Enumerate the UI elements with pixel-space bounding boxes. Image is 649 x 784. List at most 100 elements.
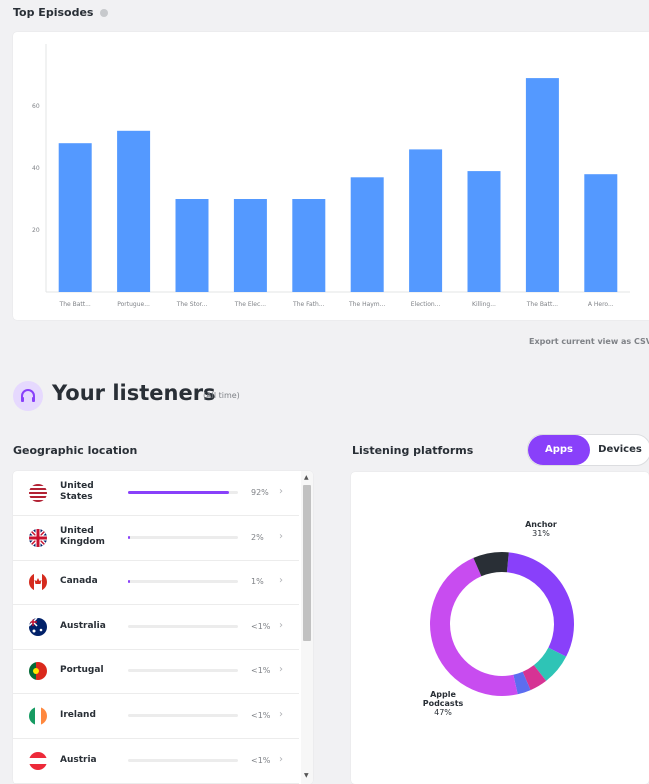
donut-label-anchor: Anchor 31% — [511, 520, 571, 538]
chevron-right-icon[interactable]: › — [279, 664, 283, 675]
geo-country-name: Portugal — [60, 665, 104, 676]
geo-share-pct: 2% — [251, 532, 264, 542]
geo-scrollbar[interactable]: ▲ ▼ — [301, 471, 313, 784]
geo-share-bar — [128, 535, 238, 539]
donut-label-apple-pct: 47% — [434, 708, 452, 717]
chevron-right-icon[interactable]: › — [279, 531, 283, 542]
geo-country-name: United States — [60, 481, 94, 503]
uk-flag-icon — [29, 528, 47, 547]
export-csv-link[interactable]: Export current view as CSV — [529, 337, 649, 346]
geo-share-pct: <1% — [251, 711, 271, 720]
donut-segment-4[interactable] — [430, 557, 518, 696]
bar[interactable] — [525, 78, 559, 292]
geo-share-bar — [128, 580, 238, 584]
y-tick-label: 20 — [32, 227, 40, 234]
x-tick-label: Portugue... — [117, 301, 150, 308]
bar[interactable] — [233, 199, 267, 292]
bar[interactable] — [58, 143, 92, 292]
bar[interactable] — [350, 177, 384, 292]
geo-row-ie[interactable]: Ireland <1% › — [13, 694, 299, 739]
x-tick-label: The Fath... — [292, 301, 325, 308]
y-tick-label: 40 — [32, 165, 40, 172]
geo-row-au[interactable]: Australia <1% › — [13, 605, 299, 650]
ca-flag-icon — [29, 573, 47, 592]
donut-label-anchor-pct: 31% — [532, 529, 550, 538]
top-episodes-title: Top Episodes — [13, 6, 109, 19]
donut-label-apple: Apple Podcasts 47% — [413, 690, 473, 717]
geo-country-name-line1: United — [60, 481, 94, 491]
geo-share-pct: 1% — [251, 577, 264, 587]
apps-toggle-button[interactable]: Apps — [528, 435, 590, 465]
scroll-down-icon[interactable]: ▼ — [304, 772, 309, 779]
geo-country-name: Australia — [60, 620, 106, 631]
donut-label-apple-line2: Podcasts — [422, 699, 464, 708]
at-flag-icon — [29, 751, 47, 770]
geo-list: United States 92% › United Kingdom 2% › Canada 1%… — [13, 471, 299, 784]
ie-flag-icon — [29, 707, 47, 725]
platforms-card: Anchor 31% Apple Podcasts 47% — [351, 472, 649, 784]
bar[interactable] — [584, 174, 618, 292]
x-tick-label: The Haym... — [348, 301, 385, 308]
geo-share-pct: <1% — [251, 666, 271, 676]
geo-share-pct: 92% — [251, 488, 269, 497]
geo-country-name-line2: States — [60, 492, 93, 502]
geo-share-bar-fill — [128, 535, 131, 539]
geo-share-bar — [128, 491, 238, 494]
geo-share-bar — [128, 714, 238, 717]
chevron-right-icon[interactable]: › — [279, 575, 283, 586]
bar[interactable] — [117, 130, 151, 292]
platform-toggle: Apps Devices — [527, 434, 649, 466]
geo-row-us[interactable]: United States 92% › — [13, 471, 299, 516]
geo-share-bar-fill — [128, 491, 230, 494]
top-episodes-title-text: Top Episodes — [13, 6, 94, 19]
geo-share-pct: <1% — [251, 621, 271, 631]
geo-share-bar — [128, 758, 238, 762]
info-icon[interactable] — [100, 9, 109, 17]
bar[interactable] — [409, 149, 443, 292]
scrollbar-thumb[interactable] — [303, 485, 311, 641]
geo-country-name-line1: United — [60, 525, 94, 536]
bar[interactable] — [467, 171, 501, 292]
geo-country-name-line2: Kingdom — [60, 536, 105, 547]
geo-share-bar — [128, 624, 238, 628]
listeners-subtitle: (All time) — [203, 391, 240, 400]
donut-label-apple-line1: Apple — [430, 690, 456, 699]
chevron-right-icon[interactable]: › — [279, 754, 283, 765]
us-flag-icon — [29, 484, 47, 502]
geo-list-card: United States 92% › United Kingdom 2% › Canada 1%… — [13, 471, 313, 784]
x-tick-label: A Hero... — [588, 301, 614, 308]
chevron-right-icon[interactable]: › — [279, 620, 283, 631]
donut-label-anchor-name: Anchor — [525, 520, 557, 529]
scroll-up-icon[interactable]: ▲ — [304, 474, 309, 481]
y-tick-label: 60 — [32, 103, 40, 110]
geo-row-at[interactable]: Austria <1% › — [13, 739, 299, 784]
donut-segment-5[interactable] — [473, 552, 509, 577]
chevron-right-icon[interactable]: › — [279, 709, 283, 720]
bar[interactable] — [292, 199, 326, 292]
donut-segment-1[interactable] — [533, 647, 567, 681]
chevron-right-icon[interactable]: › — [279, 486, 283, 497]
geo-country-name: Austria — [60, 754, 97, 765]
au-flag-icon — [29, 617, 47, 636]
geo-row-uk[interactable]: United Kingdom 2% › — [13, 516, 299, 561]
x-tick-label: The Batt... — [59, 301, 91, 308]
pt-flag-icon — [29, 662, 47, 681]
geo-country-name: United Kingdom — [60, 526, 105, 548]
donut-segment-2[interactable] — [522, 664, 547, 691]
x-tick-label: Killing... — [472, 301, 496, 308]
platforms-title: Listening platforms — [352, 444, 474, 457]
geo-row-pt[interactable]: Portugal <1% › — [13, 649, 299, 695]
donut-segment-3[interactable] — [513, 671, 531, 695]
geo-share-bar — [128, 669, 238, 673]
geo-row-ca[interactable]: Canada 1% › — [13, 560, 299, 606]
platforms-donut-chart — [430, 552, 574, 696]
geo-country-name: Ireland — [60, 710, 96, 720]
geo-share-pct: <1% — [251, 755, 271, 765]
top-episodes-bar-chart: 20 40 60 The Batt... Portugue... The Stor... T… — [32, 44, 630, 308]
geo-country-name: Canada — [60, 576, 98, 587]
devices-toggle-button[interactable]: Devices — [590, 435, 649, 465]
donut-segment-0[interactable] — [506, 552, 574, 657]
top-episodes-chart-card: 20 40 60 The Batt... Portugue... The Stor... T… — [13, 32, 649, 320]
listeners-title: Your listeners — [52, 381, 216, 405]
bar[interactable] — [175, 199, 209, 292]
